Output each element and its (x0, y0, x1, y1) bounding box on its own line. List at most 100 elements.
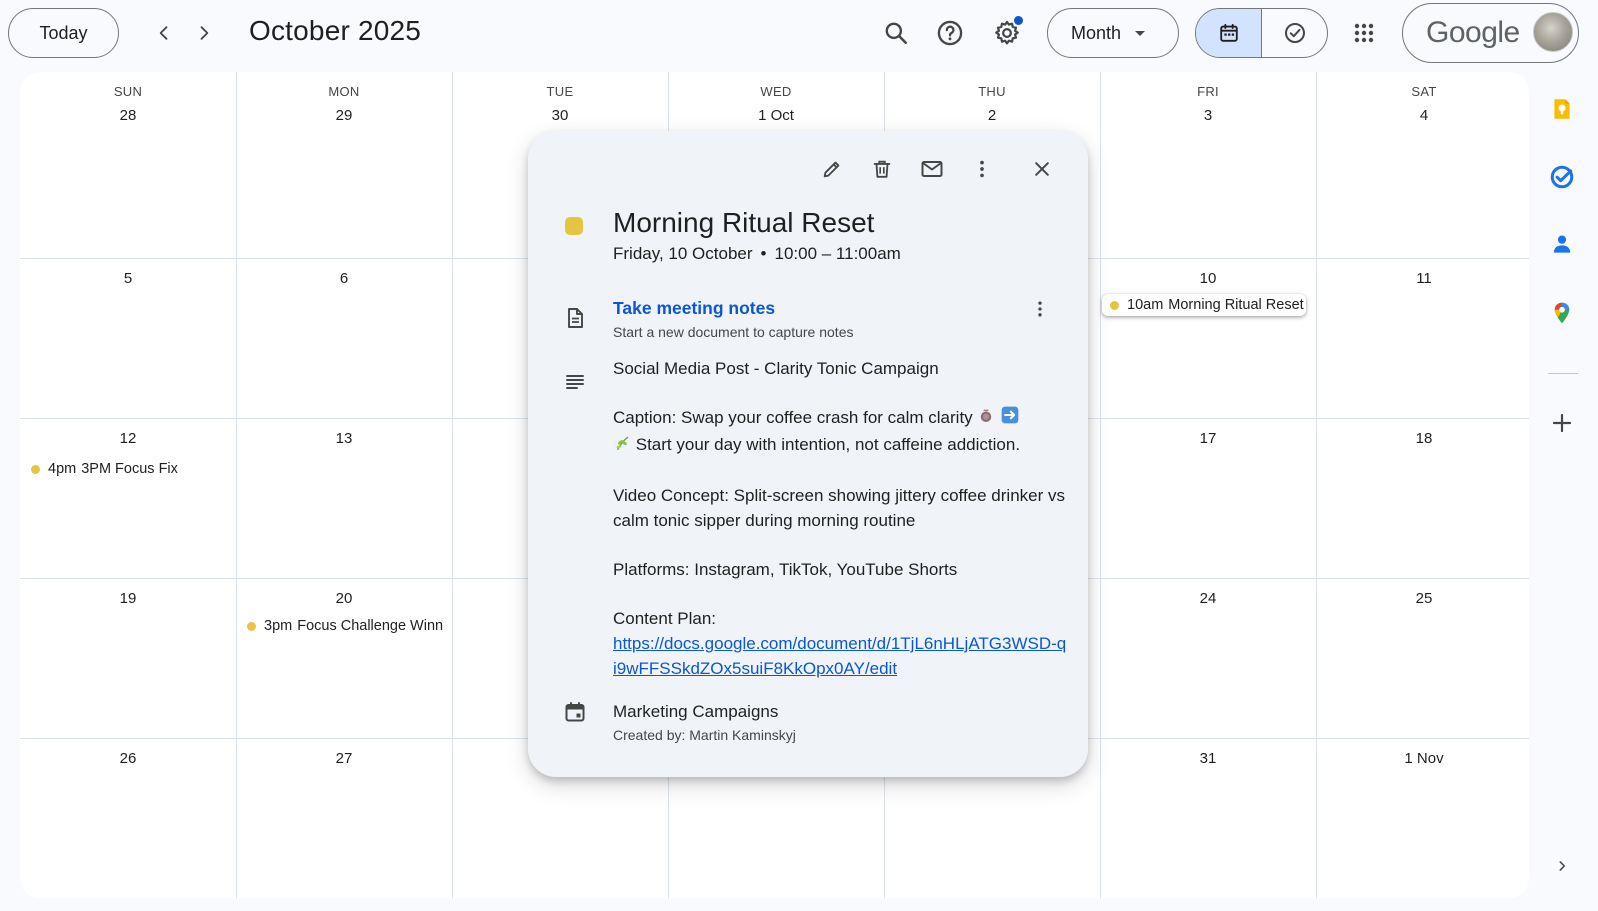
day-number[interactable]: 3 (1100, 107, 1316, 124)
event-title: Morning Ritual Reset (613, 207, 875, 238)
weekday-label: TUE (546, 84, 574, 99)
day-number[interactable]: 28 (20, 107, 236, 124)
day-number[interactable]: 17 (1100, 430, 1316, 447)
weekday-label: SAT (1411, 84, 1437, 99)
day-number[interactable]: 11 (1316, 270, 1529, 287)
view-select-label: Month (1071, 22, 1122, 43)
close-button[interactable] (1022, 149, 1062, 189)
event-title: 3PM Focus Fix (81, 461, 178, 477)
day-cell[interactable]: 19 (20, 578, 236, 738)
day-number[interactable]: 13 (236, 430, 452, 447)
more-options-button[interactable] (962, 149, 1002, 189)
day-number[interactable]: 18 (1316, 430, 1529, 447)
event-chip[interactable]: 10am Morning Ritual Reset (1102, 294, 1306, 316)
chevron-right-icon (200, 26, 209, 40)
day-cell[interactable]: 31 (1100, 738, 1316, 898)
contacts-icon (1553, 235, 1571, 253)
settings-button[interactable] (987, 13, 1027, 53)
edit-event-button[interactable] (812, 149, 852, 189)
maps-button[interactable] (1547, 298, 1577, 328)
contacts-button[interactable] (1547, 229, 1577, 259)
help-button[interactable] (930, 13, 970, 53)
month-title: October 2025 (249, 15, 422, 46)
account-button[interactable]: Google (1402, 3, 1579, 63)
google-apps-button[interactable] (1344, 13, 1384, 53)
arrow-right-icon (1000, 405, 1020, 432)
event-time: 10am (1127, 297, 1164, 313)
day-cell[interactable]: 24 (1100, 578, 1316, 738)
day-number[interactable]: 24 (1100, 590, 1316, 607)
day-number[interactable]: 5 (20, 270, 236, 287)
day-cell[interactable]: MON 29 (236, 72, 452, 258)
date-time-separator: • (760, 244, 767, 263)
delete-event-button[interactable] (862, 149, 902, 189)
meeting-notes-more-button[interactable] (1025, 294, 1055, 324)
day-cell[interactable]: 6 (236, 258, 452, 418)
day-cell[interactable]: 25 (1316, 578, 1529, 738)
day-cell[interactable]: 1 Nov (1316, 738, 1529, 898)
content-plan-link[interactable]: https://docs.google.com/document/d/1TjL6… (613, 634, 1066, 678)
view-select[interactable]: Month (1047, 8, 1179, 58)
side-divider (1548, 373, 1578, 374)
day-number[interactable]: 20 (236, 590, 452, 607)
day-cell[interactable]: 26 (20, 738, 236, 898)
day-number[interactable]: 19 (20, 590, 236, 607)
event-chip[interactable]: 4pm 3PM Focus Fix (31, 458, 231, 480)
day-number[interactable]: 2 (884, 107, 1100, 124)
day-number[interactable]: 10 (1100, 270, 1316, 287)
event-description: Social Media Post - Clarity Tonic Campai… (613, 356, 1068, 705)
day-cell[interactable]: 18 (1316, 418, 1529, 578)
keep-button[interactable] (1547, 94, 1577, 124)
day-cell[interactable]: 12 (20, 418, 236, 578)
day-number[interactable]: 26 (20, 750, 236, 767)
day-cell[interactable]: 20 (236, 578, 452, 738)
next-month-button[interactable] (188, 17, 220, 49)
get-addons-button[interactable] (1547, 408, 1577, 438)
take-meeting-notes-link[interactable]: Take meeting notes (613, 298, 775, 319)
previous-month-button[interactable] (148, 17, 180, 49)
day-cell[interactable]: 5 (20, 258, 236, 418)
day-cell[interactable]: FRI 3 (1100, 72, 1316, 258)
calendar-name: Marketing Campaigns (613, 702, 779, 721)
show-side-panel-button[interactable] (1552, 856, 1572, 876)
day-number[interactable]: 27 (236, 750, 452, 767)
calendar-mode-button[interactable] (1196, 9, 1262, 57)
day-number[interactable]: 25 (1316, 590, 1529, 607)
day-cell[interactable]: SAT 4 (1316, 72, 1529, 258)
event-chip[interactable]: 3pm Focus Challenge Winner (247, 615, 443, 637)
day-cell[interactable]: 10 (1100, 258, 1316, 418)
weekday-label: SUN (113, 84, 143, 99)
event-title: Morning Ritual Reset (1168, 297, 1304, 313)
day-cell[interactable]: SUN 28 (20, 72, 236, 258)
day-number[interactable]: 29 (236, 107, 452, 124)
day-cell[interactable]: 13 (236, 418, 452, 578)
event-time: 4pm (48, 461, 77, 477)
today-button[interactable]: Today (8, 8, 119, 58)
description-content-plan: Content Plan: https://docs.google.com/do… (613, 609, 1067, 678)
day-number[interactable]: 6 (236, 270, 452, 287)
event-color-swatch (565, 217, 583, 235)
day-number[interactable]: 12 (20, 430, 236, 447)
event-details-popover: Morning Ritual Reset Friday, 10 October •… (528, 131, 1088, 777)
day-number[interactable]: 1 Oct (668, 107, 884, 124)
email-guests-button[interactable] (912, 149, 952, 189)
event-time: 3pm (264, 618, 293, 634)
avatar (1533, 12, 1573, 52)
search-button[interactable] (876, 13, 916, 53)
day-number[interactable]: 30 (452, 107, 668, 124)
day-cell[interactable]: 27 (236, 738, 452, 898)
chevron-right-icon (1559, 861, 1566, 871)
day-cell[interactable]: 11 (1316, 258, 1529, 418)
day-number[interactable]: 31 (1100, 750, 1316, 767)
close-icon (1035, 162, 1049, 176)
day-cell[interactable]: 17 (1100, 418, 1316, 578)
trash-icon (873, 160, 891, 178)
tasks-mode-button[interactable] (1262, 9, 1327, 57)
day-number[interactable]: 1 Nov (1316, 750, 1529, 767)
day-number[interactable]: 4 (1316, 107, 1529, 124)
calendar-icon (562, 699, 588, 725)
event-date: Friday, 10 October (613, 244, 753, 263)
weekday-label: WED (760, 84, 792, 99)
herb-icon (613, 434, 631, 459)
tasks-button[interactable] (1547, 162, 1577, 192)
